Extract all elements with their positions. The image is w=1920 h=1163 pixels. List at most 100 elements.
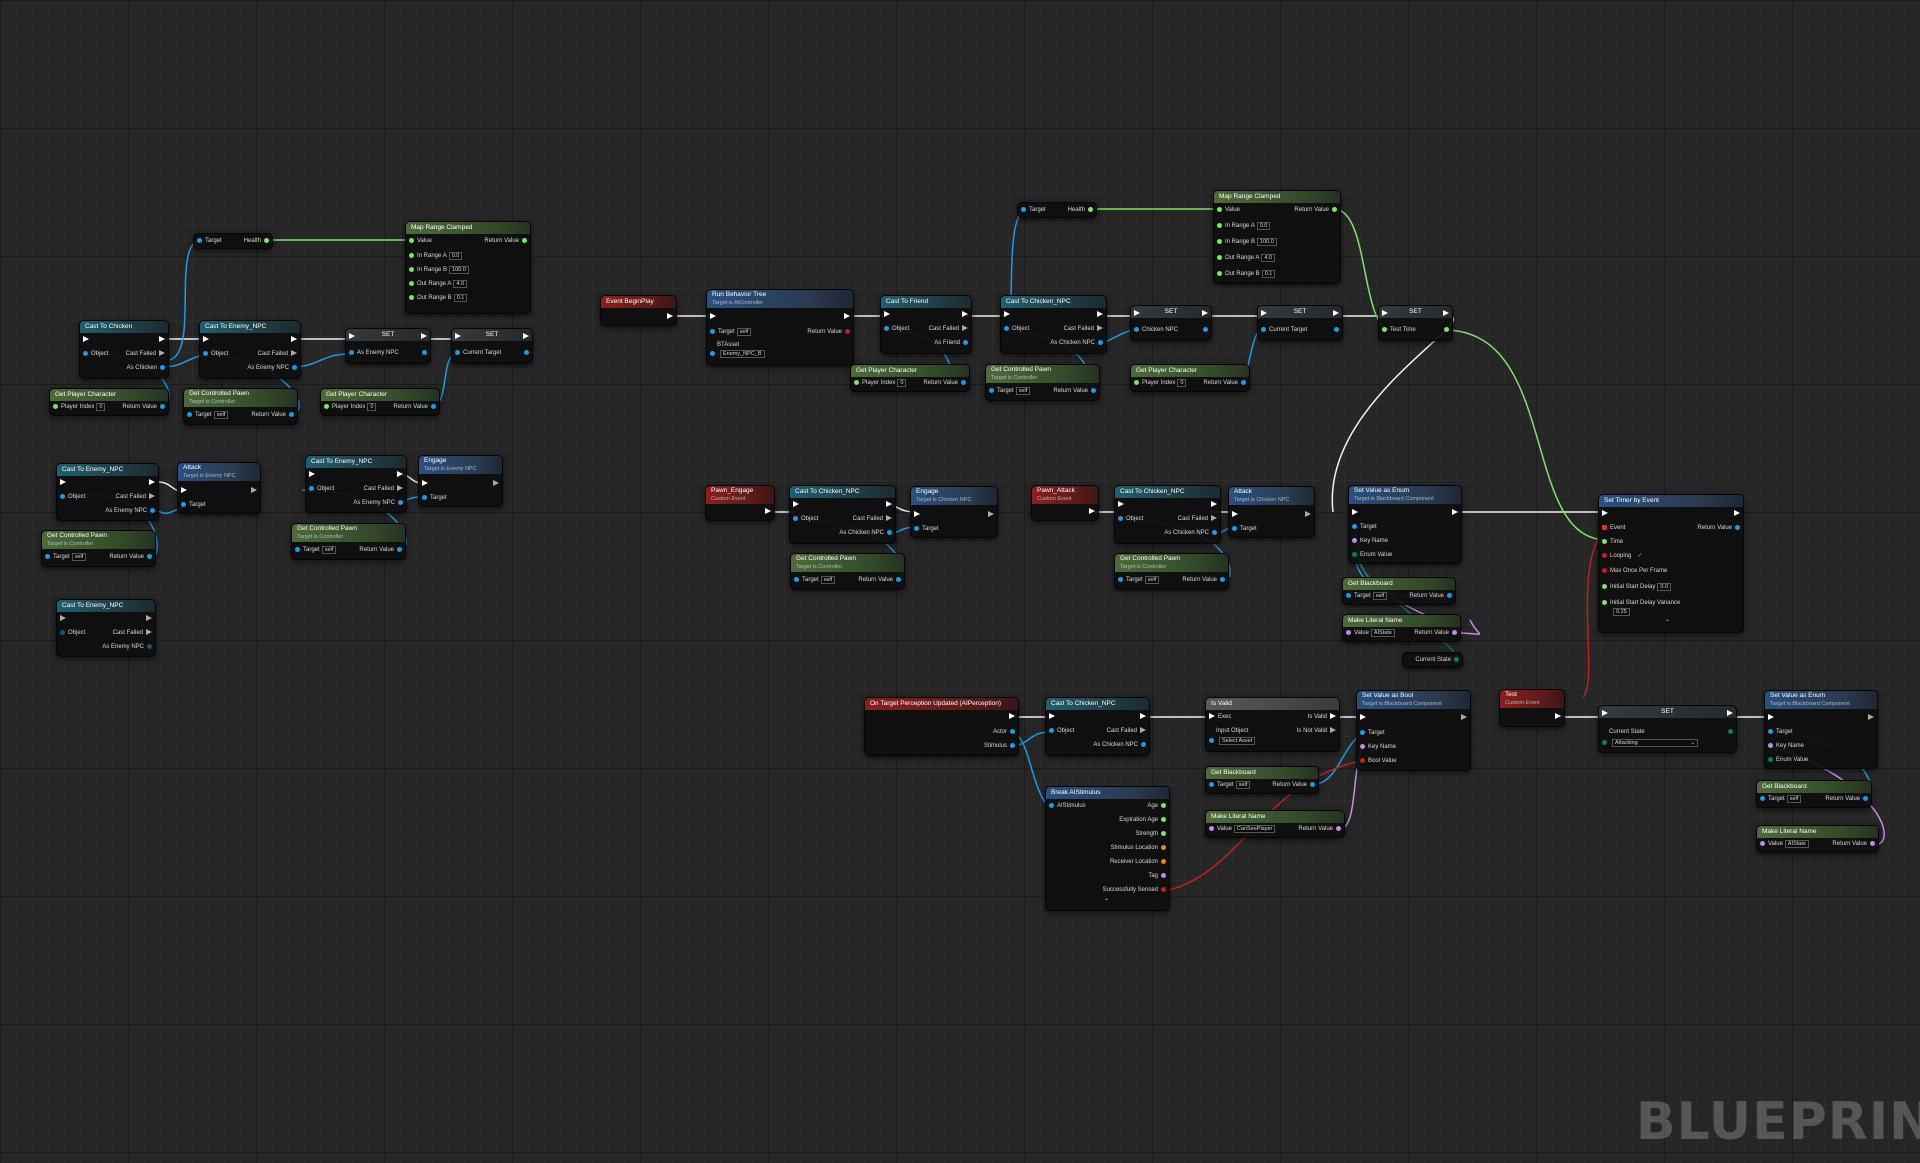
- is-valid-node[interactable]: Is Valid Exec Is Valid Input Object Is N…: [1205, 697, 1340, 752]
- cast-to-enemy-node[interactable]: Cast To Enemy_NPC Object Cast Failed As …: [199, 320, 301, 379]
- pawn-attack-event-node[interactable]: Pawn_Attack Custom Event: [1031, 485, 1099, 521]
- get-controlled-pawn-node[interactable]: Get Controlled Pawn Target is Controller …: [41, 530, 156, 567]
- get-current-state-node[interactable]: Current State: [1402, 652, 1463, 668]
- get-controlled-pawn-node[interactable]: Get Controlled Pawn Target is Controller …: [183, 388, 298, 425]
- in-range-a-field[interactable]: 0.0: [1256, 222, 1271, 230]
- cast-to-enemy-node[interactable]: Cast To Enemy_NPC Object Cast Failed As …: [56, 463, 159, 521]
- engage-node[interactable]: Engage Target is Chicken NPC Target: [910, 486, 998, 538]
- pin-icon: [409, 266, 414, 272]
- get-blackboard-node[interactable]: Get Blackboard Target self Return Value: [1342, 577, 1456, 605]
- target-pin-label: Target: [205, 238, 222, 244]
- cast-failed-label: Cast Failed: [852, 516, 883, 522]
- event-begin-play-node[interactable]: Event BeginPlay: [600, 295, 677, 326]
- set-value-as-bool-node[interactable]: Set Value as Bool Target is Blackboard Co…: [1356, 690, 1471, 771]
- in-range-b-field[interactable]: 100.0: [1257, 238, 1277, 246]
- cast-to-chicken-npc-node[interactable]: Cast To Chicken_NPC Object Cast Failed A…: [1114, 485, 1221, 544]
- cast-to-chicken-npc-node[interactable]: Cast To Chicken_NPC Object Cast Failed A…: [1000, 295, 1107, 354]
- set-value-as-enum-node[interactable]: Set Value as Enum Target is Blackboard Co…: [1764, 690, 1878, 769]
- return-pin-label: Return Value: [1825, 796, 1860, 802]
- out-range-a-field[interactable]: 4.0: [453, 280, 468, 288]
- get-controlled-pawn-node[interactable]: Get Controlled Pawn Target is Controller …: [790, 553, 905, 590]
- target-field[interactable]: self: [71, 553, 87, 561]
- make-literal-name-node[interactable]: Make Literal Name Value AIState Return Va…: [1342, 614, 1461, 642]
- exec-out-icon: [1097, 311, 1103, 318]
- test-time-label: Test Time: [1390, 327, 1416, 333]
- in-range-a-field[interactable]: 0.0: [448, 252, 463, 260]
- pawn-engage-event-node[interactable]: Pawn_Engage Custom Event: [705, 485, 775, 521]
- make-literal-name-node[interactable]: Make Literal Name Value CanSeePlayer Retu…: [1205, 810, 1345, 838]
- break-ai-stimulus-node[interactable]: Break AIStimulus AIStimulus Age Expirati…: [1045, 786, 1170, 911]
- map-range-clamped-node[interactable]: Map Range Clamped Value Return Value In …: [405, 221, 531, 314]
- get-controlled-pawn-node[interactable]: Get Controlled Pawn Target is Controller …: [291, 523, 406, 560]
- player-index-field[interactable]: 0: [96, 403, 106, 411]
- initial-start-delay-field[interactable]: 0.0: [1657, 583, 1672, 591]
- engage-node[interactable]: Engage Target is Enemy NPC Target: [418, 455, 503, 507]
- get-health-node[interactable]: Target Health: [193, 233, 273, 249]
- player-index-field[interactable]: 0: [1177, 379, 1187, 387]
- set-as-enemy-node[interactable]: SET As Enemy NPC: [345, 328, 431, 364]
- name-value-field[interactable]: AIState: [1370, 629, 1395, 637]
- initial-start-delay-label: Initial Start Delay: [1610, 584, 1656, 590]
- map-range-clamped-node[interactable]: Map Range Clamped Value Return Value In …: [1213, 190, 1341, 284]
- target-field[interactable]: self: [736, 328, 752, 336]
- set-test-time-node[interactable]: SET Test Time: [1378, 305, 1453, 341]
- name-pin-icon: [1360, 743, 1365, 749]
- target-field[interactable]: self: [321, 546, 337, 554]
- target-field[interactable]: self: [1144, 576, 1160, 584]
- get-blackboard-node[interactable]: Get Blackboard Target self Return Value: [1756, 780, 1872, 808]
- get-player-character-node[interactable]: Get Player Character Player Index 0 Retur…: [850, 364, 970, 392]
- cast-failed-label: Cast Failed: [1177, 516, 1208, 522]
- attack-node[interactable]: Attack Target is Chicken NPC Target: [1228, 486, 1315, 538]
- target-field[interactable]: self: [820, 576, 836, 584]
- state-dropdown[interactable]: Attacking ⌄: [1612, 739, 1698, 747]
- target-field[interactable]: self: [1372, 592, 1388, 600]
- cast-to-enemy-node[interactable]: Cast To Enemy_NPC Object Cast Failed As …: [56, 599, 156, 657]
- exec-out-icon: [291, 336, 297, 343]
- collapse-chevron-icon[interactable]: ⌃: [1665, 619, 1670, 627]
- out-range-b-field[interactable]: 0.1: [1261, 270, 1276, 278]
- get-player-character-node[interactable]: Get Player Character Player Index 0 Retur…: [49, 388, 169, 416]
- test-event-node[interactable]: Test Custom Event: [1499, 689, 1565, 727]
- target-pin-label: Target: [1029, 207, 1046, 213]
- name-value-field[interactable]: AIState: [1784, 840, 1809, 848]
- set-value-as-enum-node[interactable]: Set Value as Enum Target is Blackboard Co…: [1348, 485, 1462, 564]
- run-behavior-tree-node[interactable]: Run Behavior Tree Target is AIController …: [706, 289, 854, 366]
- make-literal-name-node[interactable]: Make Literal Name Value AIState Return Va…: [1756, 825, 1879, 853]
- target-field[interactable]: self: [213, 411, 229, 419]
- select-asset-dropdown[interactable]: Select Asset: [1219, 737, 1256, 745]
- variance-field[interactable]: 0.25: [1613, 608, 1630, 616]
- cast-to-enemy-node[interactable]: Cast To Enemy_NPC Object Cast Failed As …: [305, 455, 407, 513]
- cast-to-chicken-npc-node[interactable]: Cast To Chicken_NPC Object Cast Failed A…: [1045, 697, 1150, 756]
- in-range-b-field[interactable]: 100.0: [449, 266, 469, 274]
- set-current-target-node[interactable]: SET Current Target: [451, 328, 533, 364]
- get-controlled-pawn-node[interactable]: Get Controlled Pawn Target is Controller …: [985, 364, 1100, 401]
- get-blackboard-node[interactable]: Get Blackboard Target self Return Value: [1205, 766, 1319, 794]
- on-target-perception-event-node[interactable]: On Target Perception Updated (AIPercepti…: [864, 697, 1019, 756]
- set-timer-by-event-node[interactable]: Set Timer by Event Event Return Value Ti…: [1598, 494, 1744, 633]
- collapse-chevron-icon[interactable]: ⌃: [1104, 898, 1109, 906]
- set-current-target-node[interactable]: SET Current Target: [1257, 305, 1343, 341]
- player-index-field[interactable]: 0: [367, 403, 377, 411]
- as-enemy-label: As Enemy NPC: [102, 644, 144, 650]
- name-value-field[interactable]: CanSeePlayer: [1233, 825, 1276, 833]
- target-field[interactable]: self: [1235, 781, 1251, 789]
- out-range-b-field[interactable]: 0.1: [453, 294, 468, 302]
- attack-node[interactable]: Attack Target is Enemy NPC Target: [177, 462, 261, 514]
- get-controlled-pawn-node[interactable]: Get Controlled Pawn Target is Controller …: [1114, 553, 1229, 590]
- get-health-node[interactable]: Target Health: [1017, 202, 1097, 218]
- looping-checkbox[interactable]: ✓: [1637, 553, 1642, 559]
- cast-to-friend-node[interactable]: Cast To Friend Object Cast Failed As Fri…: [880, 295, 972, 354]
- player-index-field[interactable]: 0: [897, 379, 907, 387]
- cast-to-chicken-npc-node[interactable]: Cast To Chicken_NPC Object Cast Failed A…: [789, 485, 896, 544]
- set-current-state-node[interactable]: SET Current State Attacking ⌄: [1598, 705, 1737, 753]
- get-player-character-node[interactable]: Get Player Character Player Index 0 Retur…: [320, 388, 440, 416]
- node-title: Break AIStimulus: [1046, 787, 1169, 799]
- set-chicken-npc-node[interactable]: SET Chicken NPC: [1130, 305, 1212, 341]
- target-field[interactable]: self: [1786, 795, 1802, 803]
- target-field[interactable]: self: [1015, 387, 1031, 395]
- out-range-a-field[interactable]: 4.0: [1261, 254, 1276, 262]
- chevron-down-icon: ⌄: [1690, 740, 1695, 746]
- cast-to-chicken-node[interactable]: Cast To Chicken Object Cast Failed As Ch…: [79, 320, 169, 379]
- bt-asset-select[interactable]: Enemy_NPC_B: [720, 350, 765, 358]
- get-player-character-node[interactable]: Get Player Character Player Index 0 Retur…: [1130, 364, 1250, 392]
